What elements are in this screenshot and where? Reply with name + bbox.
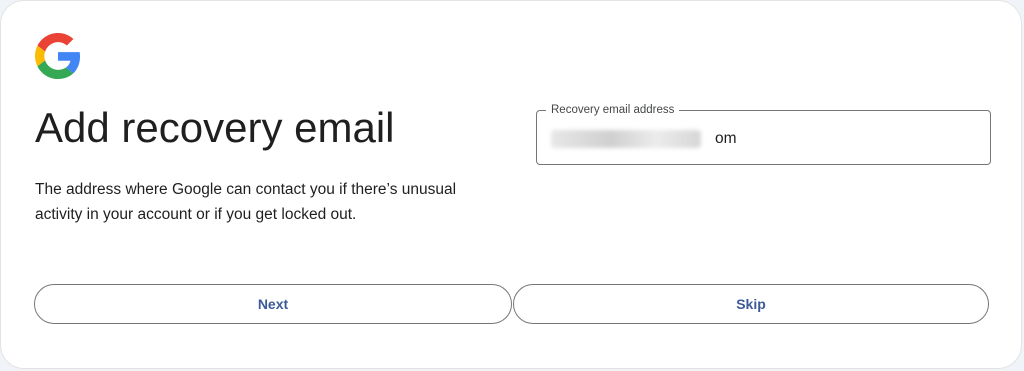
recovery-email-field[interactable]: Recovery email address om: [536, 103, 991, 165]
skip-button[interactable]: Skip: [513, 284, 989, 324]
redacted-email-blur: [551, 130, 701, 148]
next-button[interactable]: Next: [34, 284, 512, 324]
recovery-email-visible-text: om: [715, 130, 737, 147]
recovery-email-label: Recovery email address: [546, 103, 680, 117]
page-title: Add recovery email: [35, 104, 395, 151]
google-g-icon: [35, 33, 81, 79]
dialog-card: Add recovery email The address where Goo…: [0, 0, 1022, 369]
google-logo-icon: [35, 33, 81, 79]
page-description: The address where Google can contact you…: [35, 181, 457, 223]
